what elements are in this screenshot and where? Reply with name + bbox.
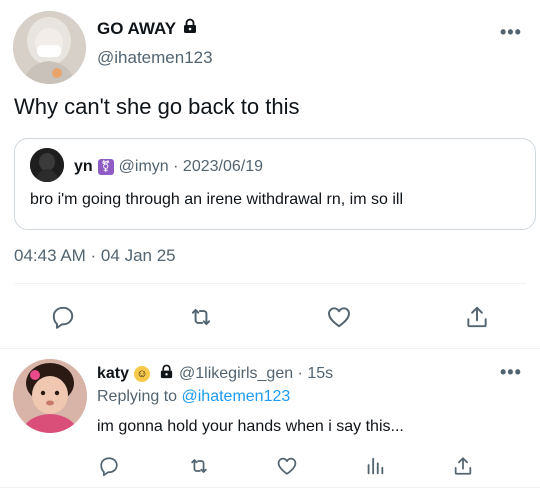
retweet-button[interactable] [186,453,212,479]
tweet-text: Why can't she go back to this [14,94,300,119]
reply-author-avatar[interactable] [13,359,87,433]
like-icon [328,307,350,328]
more-options-button[interactable]: ••• [500,22,522,43]
reply-text: im gonna hold your hands when i say this… [97,418,404,435]
divider [0,348,540,349]
share-button[interactable] [450,453,476,479]
quoted-tweet-header: yn ⚧ @imyn · 2023/06/19 [74,158,263,176]
share-button[interactable] [462,302,492,332]
avatar-image [13,359,87,433]
retweet-icon [191,459,207,473]
divider [14,283,526,284]
reply-icon [52,306,74,329]
avatar-image [13,11,86,84]
reply-header: katy ☺ @1likegirls_gen · 15s [97,364,333,384]
retweet-button[interactable] [186,302,216,332]
analytics-button[interactable] [362,453,388,479]
reply-button[interactable] [96,453,122,479]
retweet-icon [191,308,211,326]
analytics-icon [367,457,384,475]
smiley-emoji-icon: ☺ [134,366,151,382]
reply-handle-time: @1likegirls_gen · 15s [179,365,334,382]
share-icon [454,457,472,475]
replying-to-handle-link[interactable]: @ihatemen123 [182,388,291,405]
divider [0,487,540,488]
more-options-button[interactable]: ••• [500,362,522,383]
reply-button[interactable] [48,302,78,332]
reply-display-name[interactable]: katy [97,365,129,383]
reply-icon [100,457,118,477]
like-icon [277,457,297,475]
intersex-emoji-icon: ⚧ [97,159,114,175]
share-icon [467,306,487,328]
avatar-image [30,148,64,182]
author-display-name[interactable]: GO AWAY [97,19,176,39]
quoted-tweet-text: bro i'm going through an irene withdrawa… [30,191,404,208]
replying-to: Replying to @ihatemen123 [97,388,290,406]
like-button[interactable] [324,302,354,332]
quoted-handle-date: @imyn · 2023/06/19 [118,158,263,175]
quoted-author-avatar[interactable] [30,148,64,182]
quoted-tweet-card[interactable] [14,138,536,230]
tweet-timestamp[interactable]: 04:43 AM · 04 Jan 25 [14,246,176,266]
author-avatar[interactable] [13,11,86,84]
quoted-display-name[interactable]: yn [74,158,93,176]
author-name[interactable]: GO AWAY [97,18,198,39]
replying-to-label: Replying to [97,388,182,405]
lock-icon [159,364,174,384]
lock-icon [182,18,198,39]
like-button[interactable] [274,453,300,479]
author-handle[interactable]: @ihatemen123 [97,48,213,68]
